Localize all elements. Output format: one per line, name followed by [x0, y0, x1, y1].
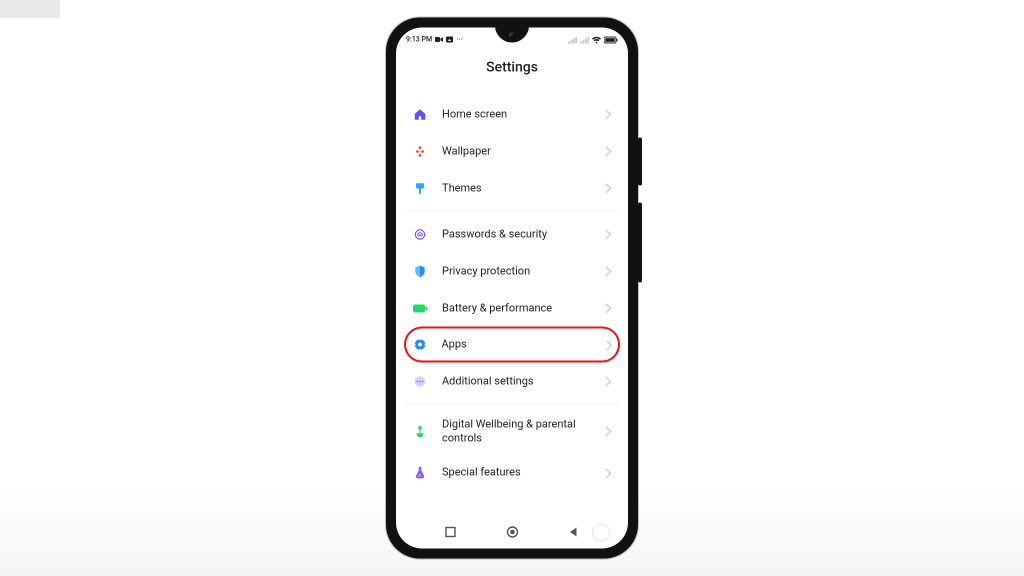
dots-icon: [412, 373, 428, 389]
row-label: Home screen: [442, 107, 605, 121]
page-corner-stub: [0, 0, 60, 18]
row-themes[interactable]: Themes: [404, 170, 620, 207]
nav-recent-button[interactable]: [444, 525, 458, 539]
row-special-features[interactable]: Special features: [404, 454, 620, 491]
signal-icon: [568, 36, 577, 43]
row-label: Additional settings: [442, 374, 605, 388]
camera-indicator-icon: [435, 37, 443, 43]
row-digital-wellbeing[interactable]: Digital Wellbeing & parental controls: [404, 409, 620, 455]
signal-2-icon: [580, 36, 589, 43]
row-privacy-protection[interactable]: Privacy protection: [404, 253, 620, 290]
home-icon: [412, 106, 428, 122]
wellbeing-icon: [412, 423, 428, 439]
gear-icon: [412, 337, 428, 353]
battery-icon: [412, 300, 428, 316]
row-additional-settings[interactable]: Additional settings: [404, 363, 620, 400]
row-wallpaper[interactable]: Wallpaper: [404, 133, 620, 170]
statusbar-time: 9:13 PM: [406, 36, 432, 44]
more-indicator-icon: ⋯: [456, 36, 464, 44]
row-label: Themes: [442, 181, 605, 195]
nav-back-button[interactable]: [567, 525, 581, 539]
chevron-right-icon: [605, 179, 612, 198]
row-passwords-security[interactable]: Passwords & security: [404, 216, 620, 253]
chevron-right-icon: [605, 299, 612, 318]
chevron-right-icon: [605, 463, 612, 482]
fingerprint-icon: [412, 226, 428, 242]
row-battery-performance[interactable]: Battery & performance: [404, 290, 620, 327]
row-label: Digital Wellbeing & parental controls: [442, 418, 605, 446]
phone-frame: 9:13 PM ⋯: [386, 18, 638, 559]
chevron-right-icon: [605, 105, 612, 124]
row-label: Privacy protection: [442, 264, 605, 278]
row-home-screen[interactable]: Home screen: [404, 96, 620, 133]
row-label: Battery & performance: [442, 301, 605, 315]
row-label: Special features: [442, 466, 605, 480]
brush-icon: [412, 180, 428, 196]
row-label: Passwords & security: [442, 227, 605, 241]
cast-indicator-icon: [446, 37, 453, 43]
chevron-right-icon: [605, 422, 612, 441]
nav-home-button[interactable]: [505, 525, 519, 539]
row-label: Apps: [442, 338, 606, 352]
chevron-right-icon: [605, 262, 612, 281]
page-title: Settings: [396, 48, 628, 92]
settings-group: Digital Wellbeing & parental controls Sp…: [404, 405, 620, 496]
phone-screen: 9:13 PM ⋯: [396, 28, 628, 549]
flask-icon: [412, 465, 428, 481]
settings-list: Home screen Wallpaper Themes: [396, 92, 628, 496]
shield-icon: [412, 263, 428, 279]
battery-icon: [604, 36, 618, 43]
row-label: Wallpaper: [442, 144, 605, 158]
chevron-right-icon: [605, 142, 612, 161]
chevron-right-icon: [605, 225, 612, 244]
chevron-right-icon: [605, 372, 612, 391]
settings-group: Home screen Wallpaper Themes: [404, 92, 620, 212]
chevron-right-icon: [606, 335, 613, 354]
wifi-icon: [592, 36, 601, 43]
settings-group: Passwords & security Privacy protection …: [404, 212, 620, 405]
row-apps[interactable]: Apps: [404, 327, 620, 363]
nav-assist-ring: [592, 524, 610, 542]
flower-icon: [412, 143, 428, 159]
